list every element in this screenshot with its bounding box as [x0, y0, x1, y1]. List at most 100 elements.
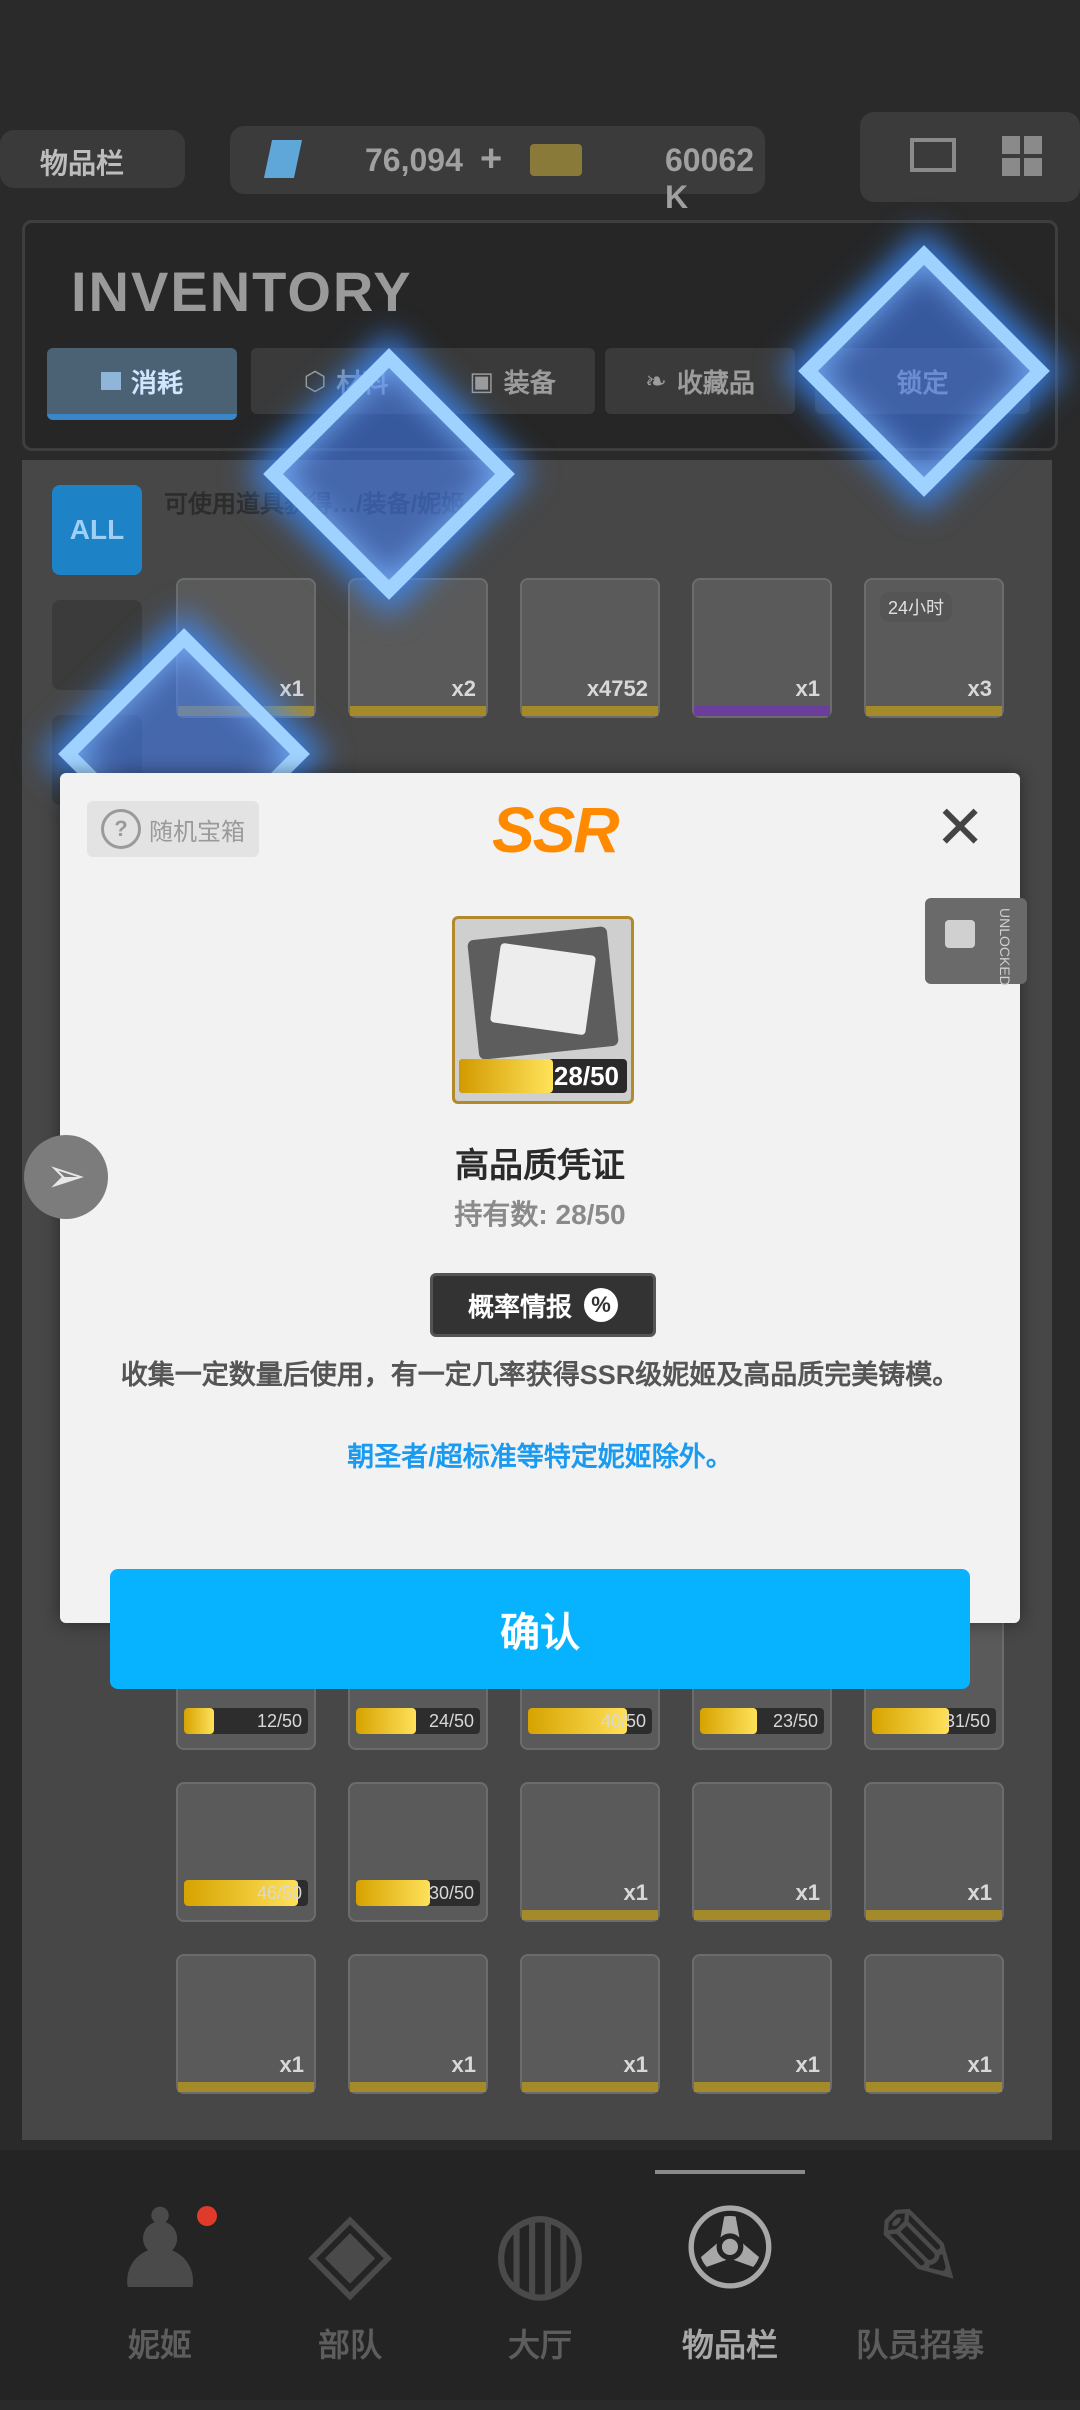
- item-progress-text: 31/50: [944, 1711, 990, 1731]
- item-progress-bar: 23/50: [700, 1708, 824, 1734]
- item-progress-text: 40/50: [600, 1711, 646, 1731]
- item-slot[interactable]: x1: [692, 578, 832, 718]
- tab-label: 消耗: [130, 367, 183, 398]
- unlock-icon: [945, 920, 975, 948]
- close-icon[interactable]: ✕: [935, 798, 985, 858]
- item-slot[interactable]: x4752: [520, 578, 660, 718]
- nikke-icon: ♟: [110, 2188, 210, 2311]
- squad-icon: ◈: [307, 2188, 393, 2311]
- rarity-label: SSR: [492, 794, 620, 866]
- lobby-icon: ◍: [492, 2188, 588, 2311]
- rarity-strip: [522, 706, 658, 716]
- rarity-strip: [522, 1910, 658, 1920]
- nav-item[interactable]: ✎ 队员招募: [825, 2180, 1015, 2410]
- item-count: x4752: [586, 676, 648, 701]
- nav-active-indicator: [655, 2170, 805, 2174]
- tab-label: 收藏品: [676, 367, 755, 398]
- item-progress-text: 46/50: [256, 1883, 302, 1903]
- item-slot[interactable]: x3 24小时: [864, 578, 1004, 718]
- add-gem-button[interactable]: +: [480, 138, 502, 181]
- item-progress-bar: 40/50: [528, 1708, 652, 1734]
- nav-item[interactable]: ✇ 物品栏: [635, 2180, 825, 2410]
- item-progress-fill: [700, 1708, 758, 1734]
- filter-all-button[interactable]: ALL: [52, 485, 142, 575]
- mail-menu-bar: [860, 112, 1080, 202]
- rarity-strip: [866, 2082, 1002, 2092]
- item-count: x1: [967, 1880, 992, 1905]
- inventory-title: INVENTORY: [71, 260, 413, 323]
- item-progress-bar: 46/50: [184, 1880, 308, 1906]
- item-progress-fill: [184, 1708, 214, 1734]
- item-count: x1: [623, 2052, 648, 2077]
- item-slot[interactable]: x1: [692, 1782, 832, 1922]
- rarity-strip: [694, 2082, 830, 2092]
- tab-equipment[interactable]: ▣ 装备: [430, 348, 595, 414]
- credit-icon: [530, 144, 582, 176]
- item-slot[interactable]: x1: [864, 1954, 1004, 2094]
- credit-count: 60062 K: [665, 142, 754, 215]
- owned-count: 持有数: 28/50: [454, 1199, 626, 1230]
- probability-info-button[interactable]: 概率情报 %: [430, 1273, 656, 1337]
- rarity-strip: [350, 706, 486, 716]
- item-slot[interactable]: x1: [520, 1782, 660, 1922]
- item-name: 高品质凭证: [455, 1147, 625, 1185]
- item-progress-bar: 31/50: [872, 1708, 996, 1734]
- item-progress-bar: 28/50: [459, 1059, 627, 1093]
- lock-status-label: UNLOCKED: [997, 908, 1013, 986]
- mail-icon[interactable]: [910, 138, 956, 172]
- item-progress-bar: 12/50: [184, 1708, 308, 1734]
- filter-nikke-button[interactable]: [52, 600, 142, 690]
- confirm-button[interactable]: 确认: [110, 1569, 970, 1689]
- rarity-strip: [694, 1910, 830, 1920]
- lock-toggle[interactable]: UNLOCKED: [925, 898, 1027, 986]
- item-progress-fill: [459, 1059, 554, 1093]
- grid-menu-icon[interactable]: [1002, 136, 1042, 176]
- item-count: x1: [451, 2052, 476, 2077]
- item-progress-fill: [356, 1708, 416, 1734]
- item-slot[interactable]: 46/50: [176, 1782, 316, 1922]
- item-count: x1: [795, 2052, 820, 2077]
- item-slot[interactable]: x1: [864, 1782, 1004, 1922]
- item-progress-bar: 24/50: [356, 1708, 480, 1734]
- consumable-icon: [100, 372, 121, 390]
- item-slot[interactable]: x2: [348, 578, 488, 718]
- badge-label: 随机宝箱: [149, 818, 245, 846]
- nav-label: 队员招募: [855, 2327, 984, 2363]
- page-title: 物品栏: [40, 148, 125, 179]
- item-progress-fill: [356, 1880, 431, 1906]
- item-slot[interactable]: 30/50: [348, 1782, 488, 1922]
- tab-collection[interactable]: ❧ 收藏品: [605, 348, 795, 414]
- item-slot[interactable]: x1: [692, 1954, 832, 2094]
- tab-consumable[interactable]: 消耗: [47, 348, 237, 420]
- material-icon: ⬡: [303, 365, 327, 396]
- nav-item[interactable]: ◍ 大厅: [445, 2180, 635, 2410]
- item-count: x1: [795, 1880, 820, 1905]
- item-slot[interactable]: x1: [348, 1954, 488, 2094]
- share-icon[interactable]: ➢: [24, 1135, 108, 1219]
- ticket-paper: [489, 942, 597, 1036]
- duration-tag: 24小时: [880, 592, 953, 622]
- recruit-icon: ✎: [873, 2188, 967, 2311]
- random-box-badge: ? 随机宝箱: [87, 801, 259, 857]
- item-progress-fill: [872, 1708, 949, 1734]
- item-count: x2: [451, 676, 476, 701]
- percent-icon: %: [584, 1288, 618, 1322]
- item-image: 28/50: [452, 916, 634, 1104]
- nav-item[interactable]: ♟ 妮姬: [65, 2180, 255, 2410]
- question-icon: ?: [101, 809, 141, 849]
- nav-item[interactable]: ◈ 部队: [255, 2180, 445, 2410]
- notification-dot: [197, 2206, 217, 2226]
- item-progress-text: 24/50: [428, 1711, 474, 1731]
- item-count: x1: [795, 676, 820, 701]
- item-progress-text: 28/50: [553, 1061, 619, 1091]
- item-slot[interactable]: x1: [176, 1954, 316, 2094]
- rarity-strip: [866, 1910, 1002, 1920]
- nav-label: 部队: [317, 2327, 382, 2363]
- nav-label: 物品栏: [681, 2327, 778, 2363]
- rarity-strip: [522, 2082, 658, 2092]
- item-progress-text: 23/50: [772, 1711, 818, 1731]
- gem-count: 76,094: [365, 142, 463, 178]
- page-title-pill: 物品栏: [0, 130, 185, 188]
- item-slot[interactable]: x1: [520, 1954, 660, 2094]
- item-detail-dialog: ? 随机宝箱 SSR ✕ 28/50 高品质凭证 持有数: 28/50 概率情报…: [60, 773, 1020, 1623]
